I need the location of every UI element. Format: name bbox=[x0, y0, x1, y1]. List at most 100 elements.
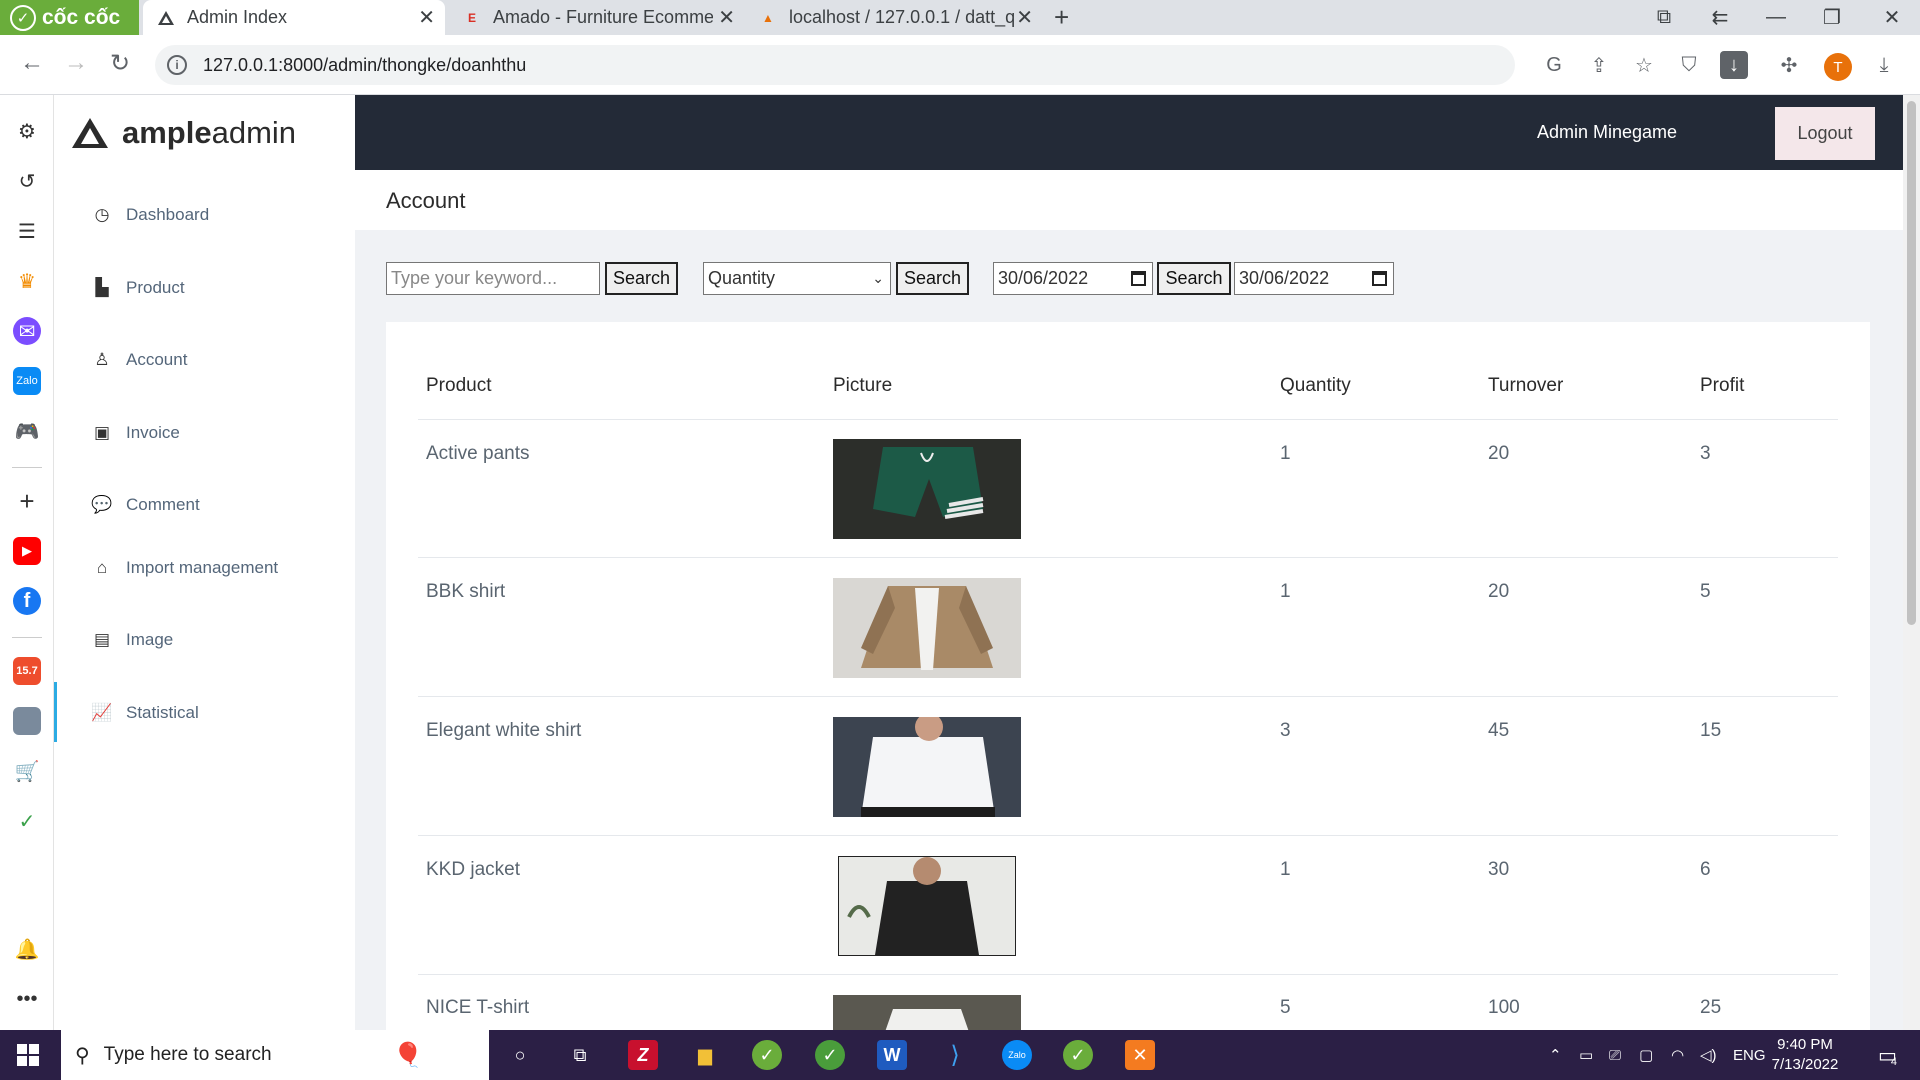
sidebar-item-product[interactable]: ▙ Product bbox=[90, 276, 184, 300]
filezilla-icon[interactable]: Z bbox=[628, 1040, 658, 1070]
user-icon: ♙ bbox=[94, 350, 110, 369]
settings-gear-icon[interactable]: ⚙ bbox=[13, 117, 41, 145]
reading-list-icon[interactable]: ☰ bbox=[13, 217, 41, 245]
bookmark-star-icon[interactable]: ☆ bbox=[1630, 51, 1658, 79]
date-to-input[interactable]: 30/06/2022 bbox=[1234, 262, 1394, 295]
sidebar-item-account[interactable]: ♙ Account bbox=[90, 348, 187, 372]
translate-icon[interactable]: G bbox=[1540, 51, 1568, 79]
active-indicator bbox=[54, 682, 57, 742]
facebook-icon[interactable]: f bbox=[13, 587, 41, 615]
file-explorer-icon[interactable]: ▆ bbox=[690, 1040, 720, 1070]
taskbar-clock[interactable]: 9:40 PM 7/13/2022 bbox=[1760, 1035, 1850, 1075]
col-header-quantity: Quantity bbox=[1280, 375, 1351, 396]
user-name[interactable]: Admin Minegame bbox=[1537, 95, 1677, 170]
new-tab-icon[interactable]: + bbox=[1054, 2, 1069, 33]
messenger-icon[interactable]: ✉ bbox=[13, 317, 41, 345]
task-view-icon[interactable]: ⧉ bbox=[565, 1040, 595, 1070]
close-icon[interactable]: ✕ bbox=[418, 5, 435, 30]
col-header-product: Product bbox=[426, 375, 492, 396]
calendar-icon[interactable] bbox=[1372, 271, 1387, 286]
sidebar-item-image[interactable]: ▤ Image bbox=[90, 628, 173, 652]
sidebar-item-invoice[interactable]: ▣ Invoice bbox=[90, 421, 180, 445]
notification-bell-icon[interactable]: 🔔 bbox=[13, 935, 41, 963]
more-options-icon[interactable]: ••• bbox=[13, 985, 41, 1013]
shield-icon[interactable]: ⛉ bbox=[1675, 51, 1703, 79]
minimize-icon[interactable]: — bbox=[1748, 0, 1804, 35]
crown-icon[interactable]: ♛ bbox=[13, 267, 41, 295]
cortana-icon[interactable]: ○ bbox=[505, 1040, 535, 1070]
sidebar-item-label: Invoice bbox=[126, 423, 180, 442]
close-icon[interactable]: ✕ bbox=[718, 5, 735, 30]
search-icon: ⚲ bbox=[75, 1044, 90, 1067]
date-search-button[interactable]: Search bbox=[1157, 262, 1231, 295]
product-icon: ▙ bbox=[95, 278, 109, 297]
tray-chevron-up-icon[interactable]: ⌃ bbox=[1549, 1030, 1562, 1080]
downloads-icon[interactable]: ⤓ bbox=[1870, 51, 1898, 79]
page-scrollbar[interactable] bbox=[1903, 95, 1920, 1030]
coccoc-active-icon[interactable]: ✓ bbox=[1063, 1040, 1093, 1070]
reload-icon[interactable]: ↻ bbox=[110, 49, 130, 78]
screenshot-icon[interactable]: ⧉ bbox=[1636, 0, 1692, 35]
shop-icon[interactable]: 🛒 bbox=[13, 757, 41, 785]
sidebar-item-statistical[interactable]: 📈 Statistical bbox=[90, 701, 198, 725]
tab-search-icon[interactable]: ⇇ bbox=[1692, 0, 1748, 35]
taskbar-search-input[interactable]: ⚲ Type here to search 🎈 bbox=[61, 1030, 489, 1080]
extensions-puzzle-icon[interactable]: ✣ bbox=[1775, 51, 1803, 79]
windows-start-icon[interactable] bbox=[17, 1044, 39, 1066]
game-avatar-icon[interactable] bbox=[13, 707, 41, 735]
wifi-icon[interactable]: ◠ bbox=[1671, 1030, 1684, 1080]
sort-search-button[interactable]: Search bbox=[896, 262, 969, 295]
notification-count: 4 bbox=[1890, 1056, 1898, 1068]
product-image bbox=[838, 856, 1016, 956]
battery-icon[interactable]: ▭ bbox=[1579, 1030, 1593, 1080]
close-icon[interactable]: ✕ bbox=[1016, 5, 1033, 30]
site-info-icon[interactable]: i bbox=[167, 55, 187, 75]
profile-avatar[interactable]: T bbox=[1824, 53, 1852, 81]
add-icon[interactable]: + bbox=[13, 486, 41, 516]
sidebar-item-dashboard[interactable]: ◷ Dashboard bbox=[90, 203, 210, 227]
save-download-icon[interactable]: ↓ bbox=[1720, 51, 1748, 79]
date-from-input[interactable]: 30/06/2022 bbox=[993, 262, 1153, 295]
tab-amado[interactable]: E Amado - Furniture Ecommerce ✕ bbox=[449, 0, 745, 35]
coccoc-extension-icon[interactable]: ✓ bbox=[13, 807, 41, 835]
calendar-icon[interactable] bbox=[1131, 271, 1146, 286]
notification-center-icon[interactable]: ▭ 4 bbox=[1878, 1030, 1897, 1080]
cell-quantity: 3 bbox=[1280, 720, 1291, 741]
back-icon[interactable]: ← bbox=[20, 49, 44, 77]
zalo-taskbar-icon[interactable]: Zalo bbox=[1002, 1040, 1032, 1070]
sidebar-item-comment[interactable]: 💬 Comment bbox=[90, 493, 199, 517]
forward-icon[interactable]: → bbox=[64, 49, 88, 77]
app-sidebar: ample admin ◷ Dashboard ▙ Product ♙ Acco… bbox=[54, 95, 355, 1030]
app-logo[interactable]: ample admin bbox=[70, 115, 296, 151]
volume-icon[interactable]: ◁) bbox=[1700, 1030, 1717, 1080]
zalo-icon[interactable]: Zalo bbox=[13, 367, 41, 395]
maximize-icon[interactable]: ❐ bbox=[1804, 0, 1860, 35]
display-icon[interactable]: ▢ bbox=[1639, 1030, 1653, 1080]
browser-brand[interactable]: ✓ cốc cốc bbox=[0, 0, 139, 35]
share-icon[interactable]: ⇪ bbox=[1585, 51, 1613, 79]
shopee-icon[interactable]: 15.7 bbox=[13, 657, 41, 685]
xampp-icon[interactable]: ✕ bbox=[1125, 1040, 1155, 1070]
window-close-icon[interactable]: ✕ bbox=[1864, 0, 1920, 35]
sidebar-item-import-management[interactable]: ⌂ Import management bbox=[90, 556, 278, 580]
tab-admin-index[interactable]: Admin Index ✕ bbox=[143, 0, 445, 35]
coccoc-profile-icon[interactable]: ✓ bbox=[815, 1040, 845, 1070]
gamepad-icon[interactable]: 🎮 bbox=[13, 417, 41, 445]
coccoc-taskbar-icon[interactable]: ✓ bbox=[752, 1040, 782, 1070]
history-icon[interactable]: ↺ bbox=[13, 167, 41, 195]
address-bar[interactable]: i 127.0.0.1:8000/admin/thongke/doanhthu bbox=[155, 45, 1515, 85]
logout-button[interactable]: Logout bbox=[1775, 107, 1875, 160]
keyword-search-input[interactable]: Type your keyword... bbox=[386, 262, 600, 295]
phpmyadmin-favicon-icon: ▲ bbox=[762, 10, 774, 25]
youtube-icon[interactable]: ▶ bbox=[13, 537, 41, 565]
scrollbar-thumb[interactable] bbox=[1907, 101, 1916, 625]
money-icon: ▣ bbox=[93, 423, 111, 442]
tab-phpmyadmin[interactable]: ▲ localhost / 127.0.0.1 / datt_q ✕ bbox=[745, 0, 1043, 35]
keyword-search-button[interactable]: Search bbox=[605, 262, 678, 295]
word-icon[interactable]: W bbox=[877, 1040, 907, 1070]
sort-select[interactable]: Quantity ⌄ bbox=[703, 262, 891, 295]
logo-bold-text: ample bbox=[122, 115, 212, 150]
sidebar-item-label: Account bbox=[126, 350, 188, 369]
vscode-icon[interactable]: ⟩ bbox=[940, 1040, 970, 1070]
camera-icon[interactable]: ⎚ bbox=[1609, 1030, 1621, 1080]
